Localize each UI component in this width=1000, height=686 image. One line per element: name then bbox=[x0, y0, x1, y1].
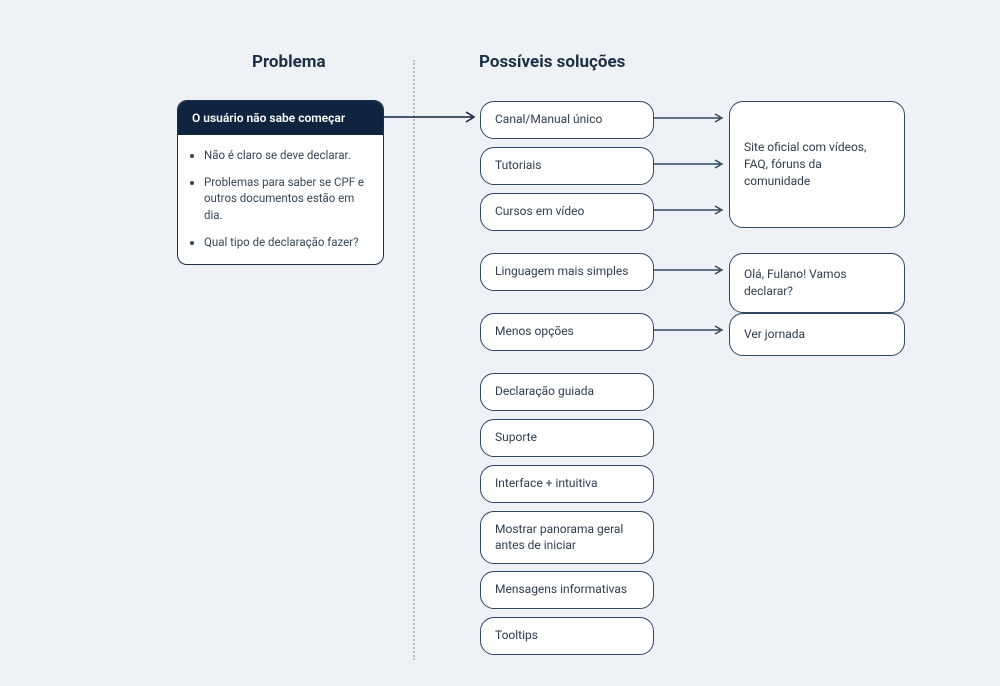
diagram-canvas: Problema Possíveis soluções O usuário nã… bbox=[0, 0, 1000, 686]
problem-card: O usuário não sabe começar Não é claro s… bbox=[177, 100, 384, 265]
vertical-divider bbox=[413, 60, 415, 660]
problem-title: O usuário não sabe começar bbox=[178, 101, 383, 135]
arrow-icon bbox=[654, 264, 729, 276]
problem-bullet: Não é claro se deve declarar. bbox=[204, 147, 369, 164]
detail-text: Ver jornada bbox=[744, 327, 805, 341]
solution-pill: Menos opções bbox=[480, 313, 654, 351]
detail-box: Olá, Fulano! Vamos declarar? bbox=[729, 253, 905, 313]
detail-box: Ver jornada bbox=[729, 313, 905, 356]
solution-pill: Interface + intuitiva bbox=[480, 465, 654, 503]
heading-problem: Problema bbox=[252, 52, 326, 72]
solution-pill: Suporte bbox=[480, 419, 654, 457]
solution-pill: Mostrar panorama geral antes de iniciar bbox=[480, 511, 654, 564]
solution-pill: Linguagem mais simples bbox=[480, 253, 654, 291]
arrow-icon bbox=[654, 204, 729, 216]
solution-pill: Declaração guiada bbox=[480, 373, 654, 411]
arrow-icon bbox=[654, 324, 729, 336]
solution-pill: Canal/Manual único bbox=[480, 101, 654, 139]
detail-text: Site oficial com vídeos, FAQ, fóruns da … bbox=[744, 139, 890, 189]
problem-bullet: Qual tipo de declaração fazer? bbox=[204, 234, 369, 251]
detail-box: Site oficial com vídeos, FAQ, fóruns da … bbox=[729, 101, 905, 228]
arrow-icon bbox=[384, 110, 480, 124]
arrow-icon bbox=[654, 158, 729, 170]
heading-solutions: Possíveis soluções bbox=[479, 52, 625, 72]
solution-pill: Tooltips bbox=[480, 617, 654, 655]
solution-pill: Tutoriais bbox=[480, 147, 654, 185]
solution-pill: Cursos em vídeo bbox=[480, 193, 654, 231]
problem-bullet: Problemas para saber se CPF e outros doc… bbox=[204, 174, 369, 224]
detail-text: Olá, Fulano! Vamos declarar? bbox=[744, 267, 847, 298]
solution-pill: Mensagens informativas bbox=[480, 571, 654, 609]
problem-bullet-list: Não é claro se deve declarar. Problemas … bbox=[178, 135, 383, 264]
arrow-icon bbox=[654, 112, 729, 124]
